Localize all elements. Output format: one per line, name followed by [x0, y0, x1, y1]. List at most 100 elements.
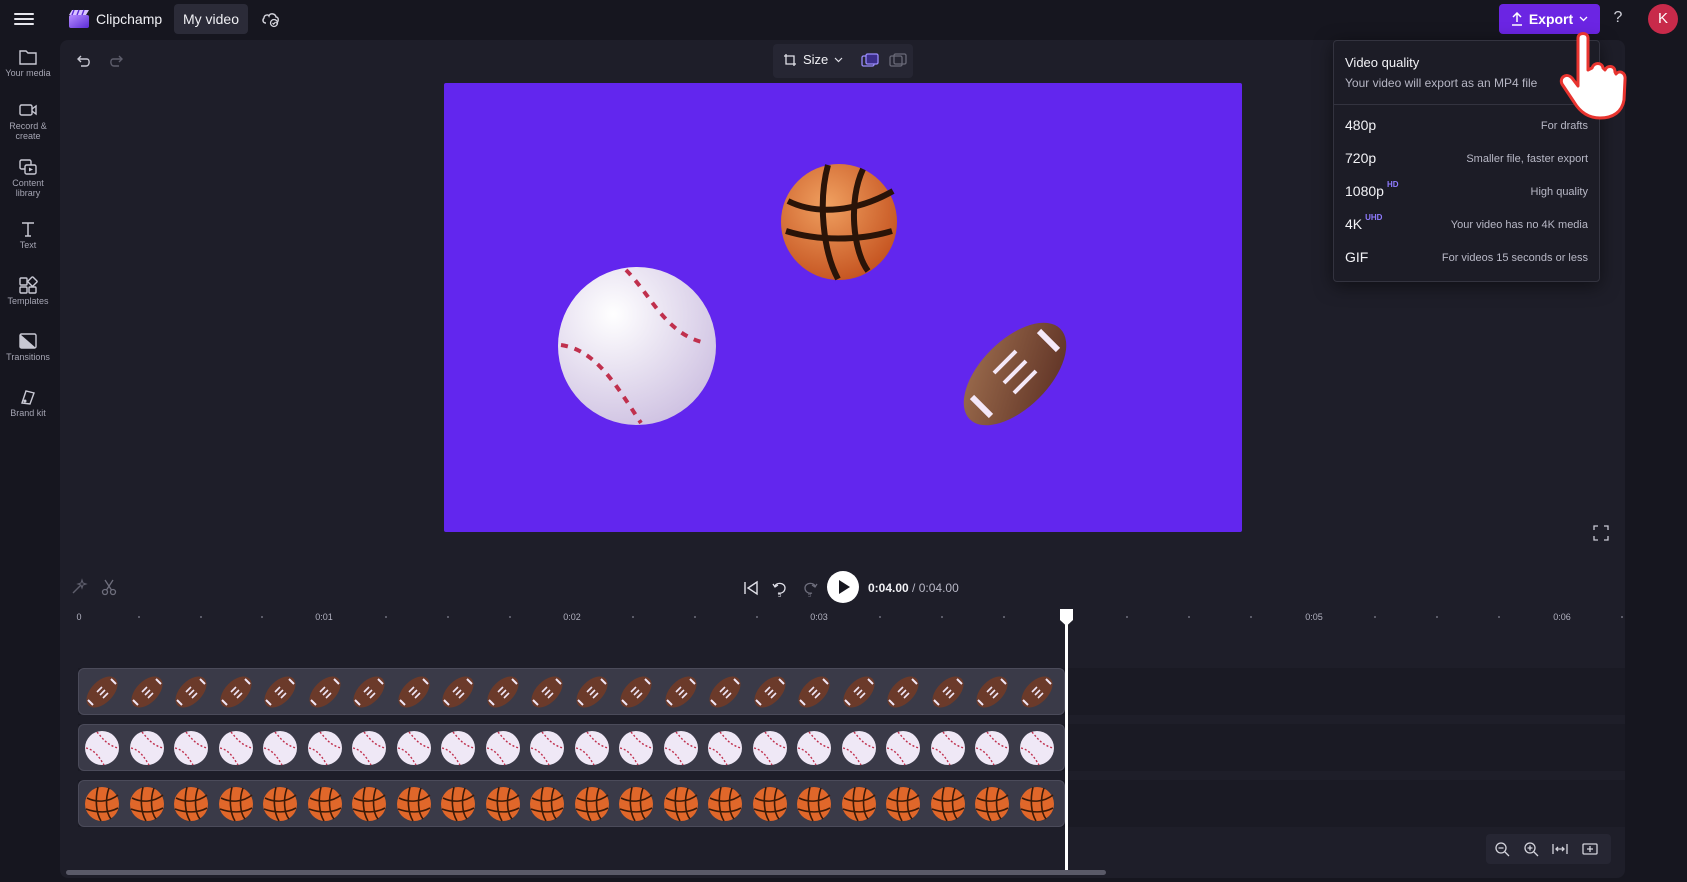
playback-time: 0:04.00 / 0:04.00 [868, 581, 959, 595]
basketball-thumbnail [129, 786, 164, 822]
video-preview-canvas[interactable] [444, 83, 1242, 532]
sidebar-item-brand-kit[interactable]: Brand kit [0, 388, 56, 418]
ruler-label: 0:06 [1553, 612, 1571, 622]
basketball-thumbnail [663, 786, 698, 822]
ruler-tick [1621, 616, 1623, 618]
play-icon [839, 580, 850, 594]
baseball-thumbnail [975, 731, 1009, 766]
basketball-thumbnail [218, 786, 253, 822]
baseball-clip[interactable] [78, 724, 1065, 771]
scissors-icon[interactable] [100, 578, 118, 596]
baseball-thumbnail [797, 731, 831, 766]
sidebar-item-record-create[interactable]: Record & create [0, 101, 56, 141]
export-menu-subtitle: Your video will export as an MP4 file [1345, 76, 1538, 90]
skip-to-start-icon[interactable] [743, 580, 759, 596]
football-thumbnail [219, 676, 252, 708]
play-button[interactable] [827, 571, 859, 603]
basketball-thumbnail [530, 786, 564, 822]
redo-icon[interactable] [108, 52, 126, 70]
fit-to-width-icon[interactable] [1552, 841, 1568, 857]
size-button[interactable]: Size [783, 52, 843, 67]
timeline-scrollbar[interactable] [66, 870, 1106, 875]
ruler-tick [447, 616, 449, 618]
rewind-5-icon[interactable]: 5 [771, 578, 789, 598]
forward-5-icon[interactable]: 5 [801, 578, 819, 598]
ruler-tick [941, 616, 943, 618]
ruler-tick [632, 616, 634, 618]
magic-tool-icon[interactable] [70, 578, 88, 596]
clipchamp-logo-icon [69, 9, 89, 28]
basketball-thumbnail [752, 786, 787, 822]
svg-text:5: 5 [778, 593, 782, 598]
resolution-label: 1080p [1345, 183, 1384, 199]
zoom-in-icon[interactable] [1523, 841, 1539, 857]
ruler-label: 0:03 [810, 612, 828, 622]
basketball-thumbnail [485, 786, 520, 822]
cloud-sync-icon[interactable] [261, 10, 281, 28]
resolution-label: 720p [1345, 150, 1377, 166]
baseball-thumbnail [396, 731, 431, 766]
sidebar-item-text[interactable]: Text [0, 220, 56, 250]
hand-cursor-icon [1559, 32, 1627, 120]
export-menu-title: Video quality [1345, 55, 1420, 70]
avatar[interactable]: K [1648, 4, 1678, 34]
basketball-thumbnail [396, 786, 431, 822]
basketball-thumbnail [619, 786, 653, 822]
resolution-label: 480p [1345, 117, 1377, 133]
brand-kit-icon [21, 390, 35, 405]
football-clip[interactable] [78, 668, 1065, 715]
sidebar-item-templates[interactable]: Templates [0, 276, 56, 306]
chevron-down-icon [1579, 16, 1588, 22]
ruler-tick [1003, 616, 1005, 618]
menu-icon[interactable] [14, 10, 34, 28]
ruler-label: 0:05 [1305, 612, 1323, 622]
basketball-clip[interactable] [78, 780, 1065, 827]
football-thumbnail [798, 676, 830, 708]
basketball-thumbnail [708, 786, 742, 822]
export-option-1080p[interactable]: 1080p HD High quality [1334, 175, 1599, 208]
zoom-out-icon[interactable] [1494, 841, 1510, 857]
fullscreen-icon[interactable] [1593, 525, 1609, 541]
resolution-description: High quality [1530, 186, 1588, 198]
export-option-gif[interactable]: GIF For videos 15 seconds or less [1334, 241, 1599, 274]
project-title-button[interactable]: My video [174, 4, 248, 34]
baseball-thumbnail [530, 731, 564, 766]
playhead-handle[interactable] [1058, 607, 1075, 627]
timeline-ruler[interactable]: 0 0:01 0:02 0:03 0:05 0:06 [76, 608, 1628, 628]
resolution-description: For drafts [1540, 120, 1588, 132]
football-thumbnail [887, 676, 919, 708]
football-thumbnail [709, 676, 741, 708]
export-option-720p[interactable]: 720p Smaller file, faster export [1334, 142, 1599, 175]
playhead[interactable] [1065, 620, 1068, 870]
basketball-sprite [781, 164, 897, 281]
export-option-4k[interactable]: 4K UHD Your video has no 4K media [1334, 208, 1599, 241]
timeline-zoom-controls [1486, 834, 1611, 864]
sidebar-item-label: Brand kit [10, 408, 46, 418]
basketball-thumbnail [797, 786, 831, 822]
baseball-thumbnail [886, 731, 920, 766]
total-time: / 0:04.00 [912, 581, 959, 595]
help-icon[interactable]: ? [1609, 9, 1627, 29]
background-image-icon[interactable] [889, 53, 907, 69]
basketball-thumbnail [841, 786, 876, 822]
football-thumbnail [353, 676, 385, 708]
hd-badge: HD [1386, 180, 1399, 189]
baseball-thumbnail [174, 731, 208, 766]
sidebar-item-your-media[interactable]: Your media [0, 48, 56, 78]
ruler-tick [138, 616, 140, 618]
timeline-settings-icon[interactable] [1582, 841, 1598, 857]
transitions-icon [19, 333, 37, 349]
baseball-thumbnail [263, 731, 297, 766]
ruler-tick [879, 616, 881, 618]
football-thumbnail [531, 676, 563, 708]
background-color-icon[interactable] [861, 53, 879, 69]
resolution-description: Your video has no 4K media [1450, 219, 1588, 231]
sidebar-item-content-library[interactable]: Content library [0, 158, 56, 198]
baseball-thumbnail [841, 731, 876, 766]
undo-icon[interactable] [74, 52, 92, 70]
football-thumbnail [264, 676, 296, 708]
sidebar-item-label: Record & create [9, 121, 47, 141]
football-thumbnail [842, 676, 875, 708]
basketball-thumbnail [85, 786, 119, 822]
sidebar-item-transitions[interactable]: Transitions [0, 332, 56, 362]
